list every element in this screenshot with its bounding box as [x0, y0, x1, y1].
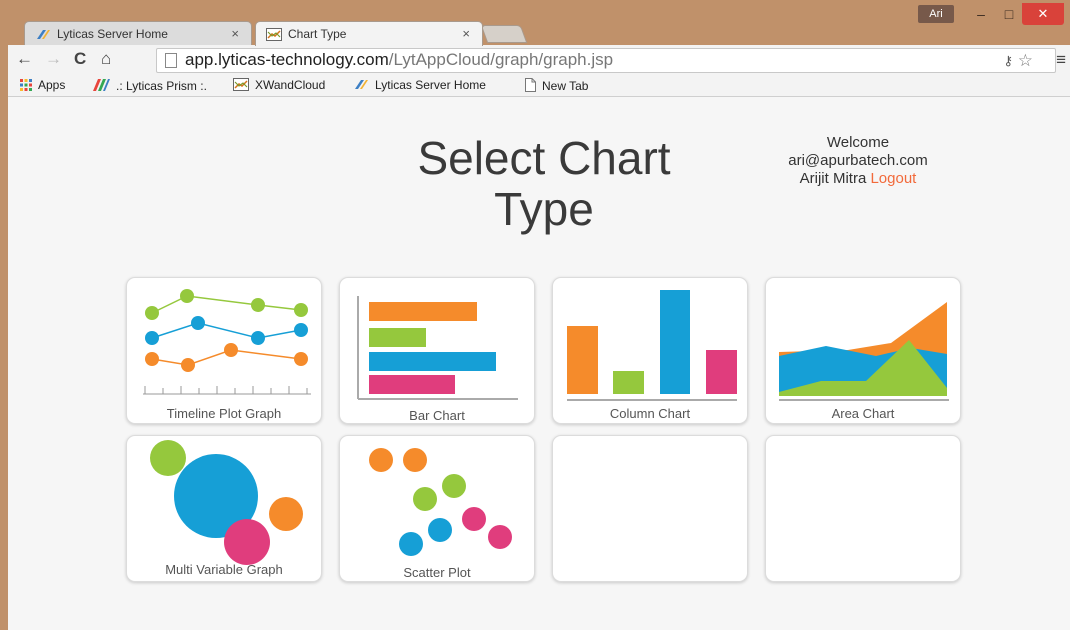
bookmark-star-icon[interactable]: ☆: [1018, 51, 1033, 71]
card-scatter-plot[interactable]: Scatter Plot: [339, 435, 535, 582]
menu-icon[interactable]: ≡: [1056, 50, 1066, 70]
user-name: Arijit Mitra: [799, 170, 867, 187]
browser-toolbar: ← → C ⌂ app.lyticas-technology.com/LytAp…: [8, 45, 1070, 75]
timeline-plot-icon: [143, 289, 311, 395]
window-titlebar: Ari – □ ✕ Lyticas Server Home × Chart Ty…: [0, 0, 1070, 46]
tab-close-icon[interactable]: ×: [462, 26, 470, 41]
bar-chart-icon: [357, 296, 518, 400]
home-icon[interactable]: ⌂: [101, 49, 111, 69]
profile-chip[interactable]: Ari: [918, 5, 954, 23]
tab-chart-type[interactable]: Chart Type ×: [255, 21, 483, 46]
lyticas-favicon-icon: [355, 80, 368, 89]
user-email: ari@apurbatech.com: [788, 152, 928, 169]
card-empty-slot: [552, 435, 748, 582]
user-panel: Welcome ari@apurbatech.com Arijit Mitra …: [771, 134, 945, 188]
maximize-button[interactable]: □: [996, 3, 1022, 25]
card-multi-variable-graph[interactable]: Multi Variable Graph: [126, 435, 322, 582]
logout-link[interactable]: Logout: [870, 170, 916, 187]
close-window-button[interactable]: ✕: [1022, 3, 1064, 25]
lyticas-favicon-icon: [37, 30, 50, 39]
card-label: Area Chart: [831, 406, 895, 421]
scatter-plot-icon: [369, 448, 512, 556]
reload-icon[interactable]: C: [74, 49, 86, 69]
apps-grid-icon: [20, 79, 32, 91]
page-icon: [165, 53, 177, 68]
area-chart-icon: [779, 302, 949, 401]
url-host: app.lyticas-technology.com: [185, 50, 389, 69]
card-empty-slot: [765, 435, 961, 582]
bookmark-lyticas-server-home[interactable]: Lyticas Server Home: [353, 78, 486, 92]
back-arrow-icon[interactable]: ←: [16, 49, 33, 69]
page-title: Select Chart Type: [417, 132, 671, 235]
page-icon: [525, 78, 536, 92]
bookmark-label: Apps: [38, 78, 66, 92]
card-timeline-plot-graph[interactable]: Timeline Plot Graph: [126, 277, 322, 424]
chart-favicon-icon: [266, 28, 282, 41]
key-icon[interactable]: ⚷: [1003, 53, 1013, 69]
card-column-chart[interactable]: Column Chart: [552, 277, 748, 424]
bookmark-lyticas-prism[interactable]: .: Lyticas Prism :.: [92, 78, 207, 93]
new-tab-button[interactable]: [480, 25, 528, 43]
chart-favicon-icon: [233, 78, 249, 91]
bookmark-label: .: Lyticas Prism :.: [116, 79, 207, 93]
card-label: Multi Variable Graph: [165, 562, 283, 577]
bookmark-label: XWandCloud: [255, 78, 326, 92]
page-content: Select Chart Type Welcome ari@apurbatech…: [8, 97, 1070, 630]
address-bar[interactable]: app.lyticas-technology.com/LytAppCloud/g…: [156, 48, 1056, 73]
bookmark-new-tab[interactable]: New Tab: [525, 78, 588, 93]
bookmark-label: Lyticas Server Home: [375, 78, 486, 92]
card-label: Scatter Plot: [403, 565, 471, 580]
bubble-chart-icon: [150, 440, 303, 565]
card-area-chart[interactable]: Area Chart: [765, 277, 961, 424]
tab-label: Lyticas Server Home: [57, 27, 168, 41]
card-label: Bar Chart: [409, 408, 465, 423]
bookmark-label: New Tab: [542, 79, 589, 93]
url-path: /LytAppCloud/graph/graph.jsp: [388, 50, 614, 69]
bookmark-apps[interactable]: Apps: [20, 78, 65, 92]
card-label: Column Chart: [609, 406, 691, 421]
tab-label: Chart Type: [288, 27, 347, 41]
minimize-button[interactable]: –: [966, 3, 996, 25]
card-label: Timeline Plot Graph: [166, 406, 282, 421]
tab-lyticas-server-home[interactable]: Lyticas Server Home ×: [24, 21, 252, 46]
url-text[interactable]: app.lyticas-technology.com/LytAppCloud/g…: [185, 50, 613, 70]
forward-arrow-icon[interactable]: →: [45, 49, 62, 69]
card-bar-chart[interactable]: Bar Chart: [339, 277, 535, 424]
column-chart-icon: [567, 290, 737, 401]
bookmarks-bar: Apps .: Lyticas Prism :. XWandCloud Lyti…: [8, 75, 1070, 97]
welcome-text: Welcome: [826, 134, 890, 151]
tab-close-icon[interactable]: ×: [231, 26, 239, 41]
bookmark-xwandcloud[interactable]: XWandCloud: [233, 78, 325, 92]
prism-icon: [93, 79, 110, 91]
